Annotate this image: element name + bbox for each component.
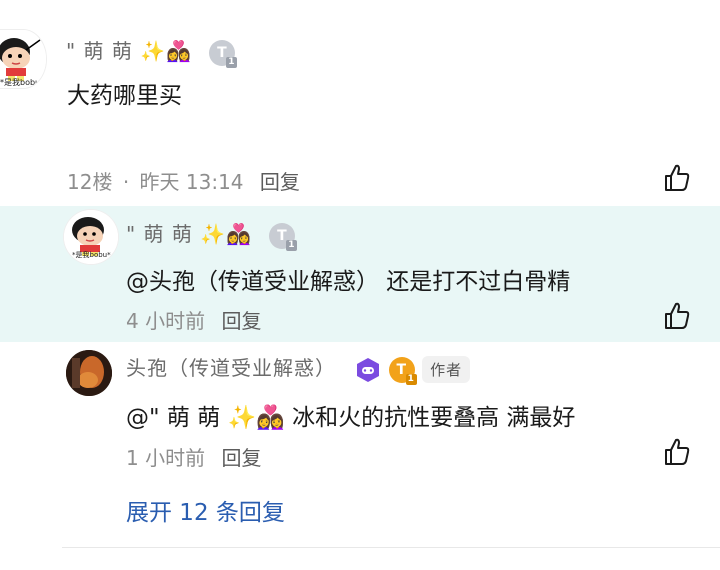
timestamp: 4 小时前 [126,309,206,333]
level-badge-icon: T1 [209,39,238,68]
like-icon[interactable] [662,437,692,467]
reply-text: @" 萌 萌 ✨👩‍❤️‍👩 冰和火的抗性要叠高 满最好 [126,405,576,431]
timestamp: 1 小时前 [126,446,206,470]
game-controller-icon [357,357,380,382]
username[interactable]: " 萌 萌 ✨👩‍❤️‍👩 T1 [126,218,298,251]
avatar-caption: *是我bobu* [0,78,45,87]
reply-button[interactable]: 回复 [221,309,261,333]
avatar[interactable] [66,350,112,396]
photo-avatar-icon [66,350,112,396]
author-tag: 作者 [422,356,471,383]
separator: · [122,170,130,194]
username-text: 头孢（传道受业解惑） [126,356,336,380]
divider [62,547,720,548]
level-badge-icon: T1 [269,222,298,251]
expand-replies-link[interactable]: 展开 12 条回复 [126,493,285,527]
reply-button[interactable]: 回复 [221,446,261,470]
username-text: " 萌 萌 ✨👩‍❤️‍👩 [66,39,193,63]
avatar[interactable]: *是我bobu* [64,210,118,264]
username-text: " 萌 萌 ✨👩‍❤️‍👩 [126,222,253,246]
reply-meta: 1 小时前 回复 [126,442,261,471]
avatar[interactable]: *是我bobu* [0,30,46,88]
comment-meta: 12楼 · 昨天 13:14 回复 [67,166,300,195]
comment-text: 大药哪里买 [67,83,182,109]
username[interactable]: 头孢（传道受业解惑） T1 作者 [126,352,471,385]
username[interactable]: " 萌 萌 ✨👩‍❤️‍👩 T1 [66,35,238,68]
like-icon[interactable] [662,301,692,331]
reply-button[interactable]: 回复 [260,170,300,194]
timestamp: 昨天 13:14 [139,170,244,194]
reply-meta: 4 小时前 回复 [126,305,261,334]
like-icon[interactable] [662,163,692,193]
avatar-caption: *是我bobu* [72,251,111,259]
reply-text: @头孢（传道受业解惑） 还是打不过白骨精 [126,269,571,295]
level-badge-icon: T1 [388,356,417,385]
floor-number: 12楼 [67,170,113,194]
